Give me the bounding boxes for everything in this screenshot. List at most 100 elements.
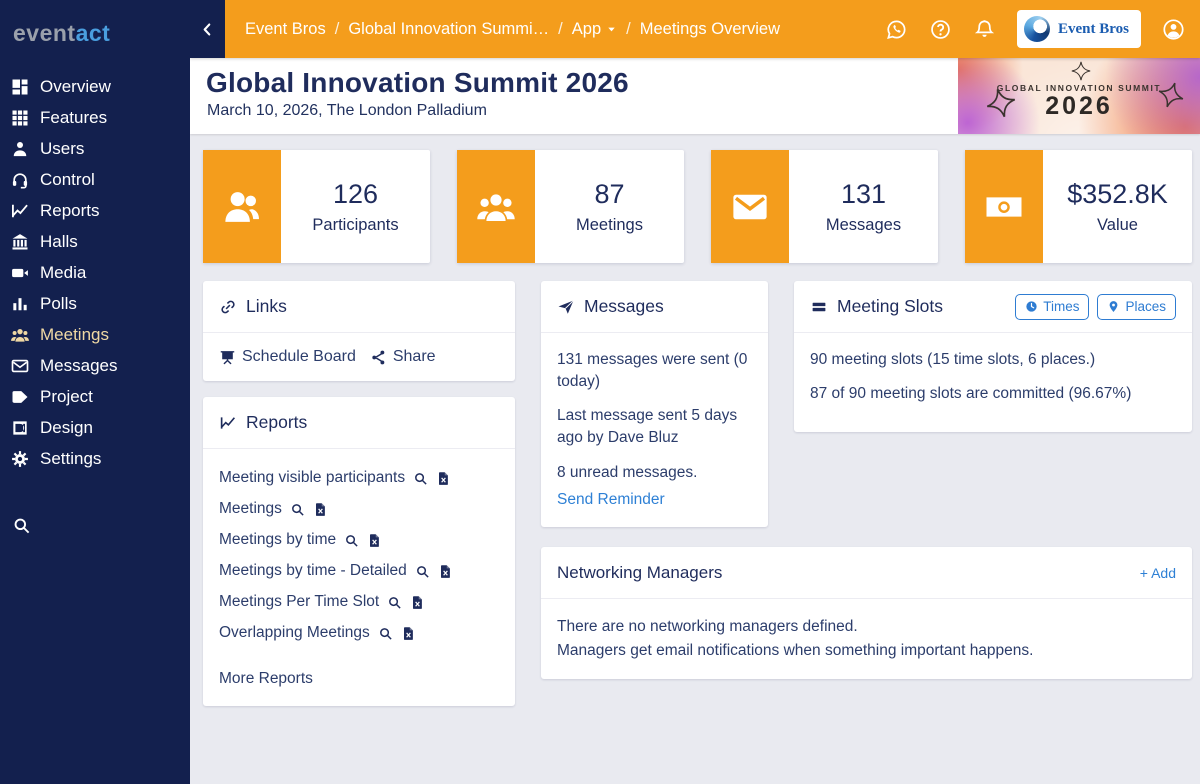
magnifier-icon[interactable] — [413, 471, 428, 486]
breadcrumb: Event Bros/Global Innovation Summi…/App/… — [245, 20, 780, 39]
event-header: Global Innovation Summit 2026 March 10, … — [190, 58, 1200, 134]
report-row: Meetings by time - Detailed — [219, 562, 499, 580]
breadcrumb-item-label: Global Innovation Summi… — [348, 20, 549, 39]
sidebar-item-media[interactable]: Media — [0, 257, 190, 288]
logo-part-2: act — [76, 20, 111, 46]
sidebar-search-icon[interactable] — [12, 516, 190, 540]
app-logo: eventact — [0, 0, 190, 47]
whatsapp-icon[interactable] — [885, 18, 908, 41]
messages-panel-title: Messages — [584, 296, 664, 317]
times-button-label: Times — [1043, 299, 1079, 314]
organization-pill[interactable]: Event Bros — [1017, 10, 1141, 48]
stat-card-value: $352.8KValue — [965, 150, 1192, 263]
sidebar-collapse-button[interactable] — [190, 0, 225, 58]
magnifier-icon[interactable] — [415, 564, 430, 579]
report-link[interactable]: Meetings by time - Detailed — [219, 562, 407, 580]
stat-icon-tile — [711, 150, 789, 263]
sidebar-item-settings[interactable]: Settings — [0, 443, 190, 474]
sidebar-item-control[interactable]: Control — [0, 164, 190, 195]
share-link[interactable]: Share — [370, 348, 436, 366]
sidebar-item-reports[interactable]: Reports — [0, 195, 190, 226]
sidebar-menu: Overview Features Users Control Reports Halls… — [0, 71, 190, 474]
sidebar-item-features[interactable]: Features — [0, 102, 190, 133]
reports-panel-title: Reports — [246, 412, 307, 433]
meetings-icon — [475, 186, 517, 228]
reports-panel: Reports Meeting visible participants Meet… — [203, 397, 515, 706]
schedule-board-link[interactable]: Schedule Board — [219, 348, 356, 366]
stat-icon-tile — [457, 150, 535, 263]
magnifier-icon[interactable] — [344, 533, 359, 548]
board-icon — [219, 349, 236, 366]
report-link[interactable]: Meetings — [219, 500, 282, 518]
banner-year: 2026 — [1045, 93, 1113, 119]
sidebar-item-overview[interactable]: Overview — [0, 71, 190, 102]
sidebar-item-label: Halls — [40, 232, 78, 252]
breadcrumb-separator: / — [626, 20, 631, 39]
sidebar-item-project[interactable]: Project — [0, 381, 190, 412]
breadcrumb-item-label: App — [572, 20, 601, 39]
report-link[interactable]: Meeting visible participants — [219, 469, 405, 487]
breadcrumb-item[interactable]: Meetings Overview — [640, 20, 780, 39]
sidebar-item-users[interactable]: Users — [0, 133, 190, 164]
sidebar-item-label: Project — [40, 387, 93, 407]
excel-file-icon[interactable] — [436, 471, 451, 486]
stat-value: 131 — [841, 179, 886, 210]
networking-managers-header: Networking Managers + Add — [541, 547, 1192, 599]
magnifier-icon[interactable] — [290, 502, 305, 517]
messages-icon — [10, 356, 30, 376]
banknote-icon — [983, 186, 1025, 228]
excel-file-icon[interactable] — [367, 533, 382, 548]
times-button[interactable]: Times — [1015, 294, 1089, 320]
no-managers-text: There are no networking managers defined… — [557, 615, 1176, 639]
stats-row: 126Participants87Meetings131Messages$352… — [203, 150, 1192, 263]
control-icon — [10, 170, 30, 190]
chevron-left-icon — [199, 21, 216, 38]
report-link[interactable]: Meetings by time — [219, 531, 336, 549]
event-banner: GLOBAL INNOVATION SUMMIT 2026 — [958, 58, 1200, 134]
sidebar-item-label: Settings — [40, 449, 101, 469]
reports-panel-header: Reports — [203, 397, 515, 449]
list-icon — [810, 298, 828, 316]
stat-icon-tile — [203, 150, 281, 263]
help-icon[interactable] — [929, 18, 952, 41]
sidebar-item-meetings[interactable]: Meetings — [0, 319, 190, 350]
report-link[interactable]: Meetings Per Time Slot — [219, 593, 379, 611]
sidebar-item-polls[interactable]: Polls — [0, 288, 190, 319]
more-reports-link[interactable]: More Reports — [219, 670, 499, 688]
magnifier-icon[interactable] — [378, 626, 393, 641]
excel-file-icon[interactable] — [410, 595, 425, 610]
links-panel-title: Links — [246, 296, 287, 317]
sidebar-item-label: Users — [40, 139, 84, 159]
stat-card-meetings: 87Meetings — [457, 150, 684, 263]
breadcrumb-item[interactable]: App — [572, 20, 617, 39]
magnifier-icon[interactable] — [387, 595, 402, 610]
excel-file-icon[interactable] — [438, 564, 453, 579]
send-reminder-link[interactable]: Send Reminder — [557, 491, 665, 508]
report-link[interactable]: Overlapping Meetings — [219, 624, 370, 642]
stat-value: 126 — [333, 179, 378, 210]
stat-card-body: 126Participants — [281, 150, 430, 263]
slots-committed: 87 of 90 meeting slots are committed (96… — [810, 383, 1176, 405]
networking-managers-panel: Networking Managers + Add There are no n… — [541, 547, 1192, 679]
last-message-info: Last message sent 5 days ago by Dave Blu… — [557, 405, 752, 448]
sidebar-item-messages[interactable]: Messages — [0, 350, 190, 381]
clock-icon — [1025, 300, 1038, 313]
organization-name: Event Bros — [1058, 21, 1129, 38]
places-button[interactable]: Places — [1097, 294, 1176, 320]
account-icon[interactable] — [1162, 18, 1185, 41]
stat-label: Value — [1097, 216, 1138, 235]
notifications-bell-icon[interactable] — [973, 18, 996, 41]
topbar-actions: Event Bros — [885, 10, 1200, 48]
sidebar-item-halls[interactable]: Halls — [0, 226, 190, 257]
breadcrumb-item[interactable]: Global Innovation Summi… — [348, 20, 549, 39]
sidebar-item-design[interactable]: Design — [0, 412, 190, 443]
breadcrumb-item[interactable]: Event Bros — [245, 20, 326, 39]
link-icon — [219, 298, 237, 316]
excel-file-icon[interactable] — [313, 502, 328, 517]
add-manager-button[interactable]: + Add — [1140, 565, 1176, 581]
excel-file-icon[interactable] — [401, 626, 416, 641]
sidebar-item-label: Reports — [40, 201, 100, 221]
sidebar-item-label: Overview — [40, 77, 111, 97]
search-icon — [12, 516, 31, 535]
links-panel-header: Links — [203, 281, 515, 333]
